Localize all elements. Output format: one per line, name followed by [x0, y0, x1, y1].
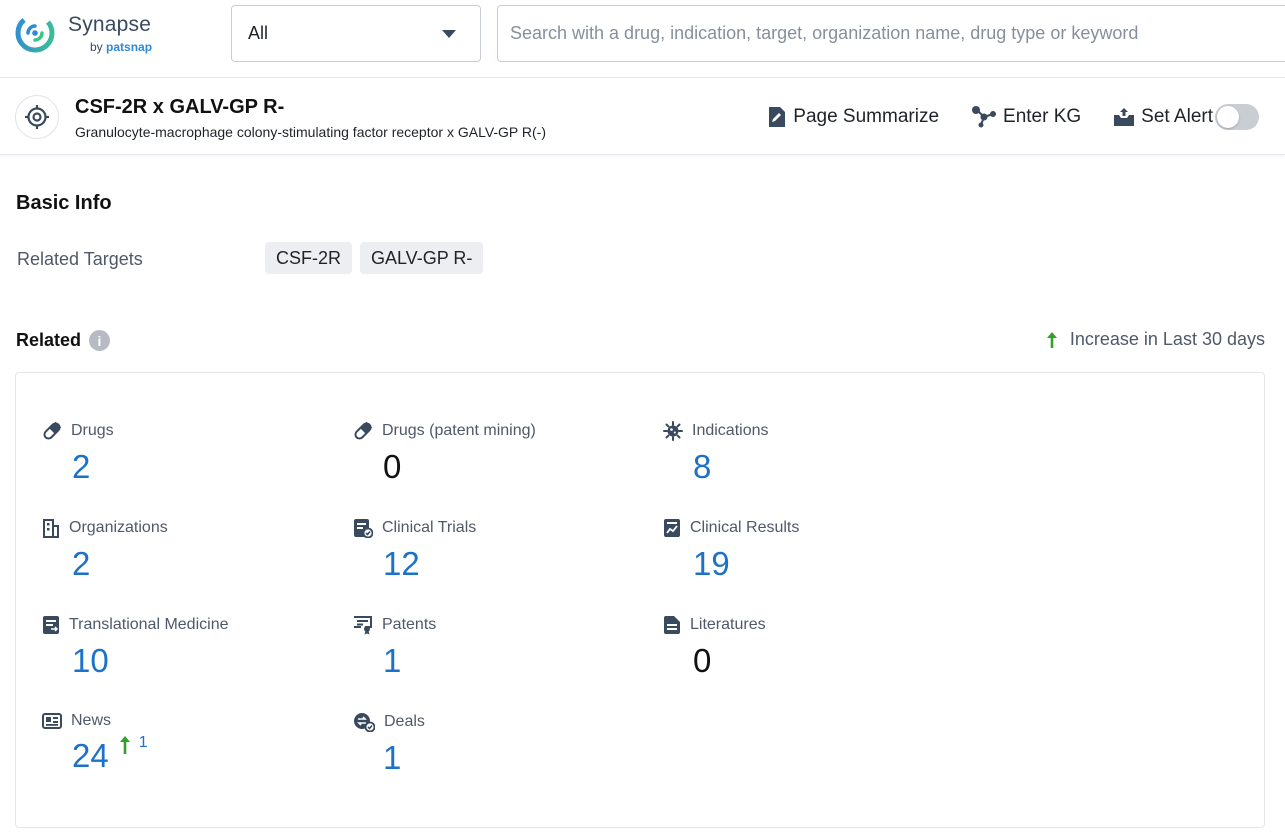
- literature-icon: [663, 615, 681, 635]
- page-subtitle: Granulocyte-macrophage colony-stimulatin…: [75, 124, 546, 140]
- clinical-trial-icon: [353, 518, 373, 538]
- set-alert-control[interactable]: Set Alert: [1113, 104, 1259, 130]
- document-icon: [42, 615, 60, 635]
- page-summarize-label: Page Summarize: [793, 106, 939, 128]
- certificate-icon: [353, 615, 373, 635]
- caret-down-icon: [442, 30, 456, 38]
- stat-value[interactable]: 8: [693, 450, 769, 483]
- stat-indications[interactable]: Indications 8: [663, 421, 769, 483]
- logo-name: Synapse: [68, 14, 152, 35]
- search-box[interactable]: [497, 5, 1285, 62]
- stat-label: Deals: [384, 713, 425, 731]
- alert-tray-icon: [1113, 107, 1135, 127]
- related-stats-card: Drugs 2 Drugs (patent mining) 0 Indicati…: [15, 372, 1265, 828]
- increase-legend: Increase in Last 30 days: [1046, 329, 1265, 350]
- stat-translational-medicine[interactable]: Translational Medicine 10: [42, 615, 228, 677]
- basic-info-heading: Basic Info: [16, 192, 112, 215]
- news-increase: 1: [119, 735, 148, 755]
- target-tag-galv-gp-r[interactable]: GALV-GP R-: [360, 242, 483, 274]
- stat-value: 0: [693, 644, 766, 677]
- search-scope-select[interactable]: All: [231, 5, 481, 62]
- stat-label: Translational Medicine: [69, 616, 228, 634]
- set-alert-label: Set Alert: [1141, 106, 1213, 128]
- stat-drugs-patent-mining[interactable]: Drugs (patent mining) 0: [353, 421, 536, 483]
- stat-patents[interactable]: Patents 1: [353, 615, 436, 677]
- stat-news[interactable]: News 24 1: [42, 712, 148, 772]
- stat-label: Organizations: [69, 519, 168, 537]
- set-alert-toggle[interactable]: [1215, 104, 1259, 130]
- stat-label: Drugs: [71, 422, 114, 440]
- stat-organizations[interactable]: Organizations 2: [42, 518, 168, 580]
- enter-kg-label: Enter KG: [1003, 106, 1081, 128]
- logo-byline: by patsnap: [90, 41, 152, 53]
- stat-clinical-trials[interactable]: Clinical Trials 12: [353, 518, 476, 580]
- summarize-icon: [767, 106, 787, 128]
- stat-value[interactable]: 19: [693, 547, 799, 580]
- stat-value[interactable]: 24: [72, 739, 109, 772]
- stat-label: News: [71, 712, 111, 730]
- synapse-logo-icon: [14, 12, 56, 54]
- increase-legend-label: Increase in Last 30 days: [1070, 329, 1265, 350]
- info-icon[interactable]: i: [89, 330, 110, 351]
- enter-kg-button[interactable]: Enter KG: [971, 105, 1081, 129]
- logo-brand: patsnap: [106, 40, 152, 54]
- virus-icon: [663, 421, 683, 441]
- stat-deals[interactable]: Deals 1: [353, 712, 425, 774]
- arrow-up-icon: [1046, 331, 1058, 349]
- stat-value[interactable]: 10: [72, 644, 228, 677]
- stat-value[interactable]: 12: [383, 547, 476, 580]
- stat-label: Clinical Results: [690, 519, 799, 537]
- stat-value: 0: [383, 450, 536, 483]
- title-actions: Page Summarize Enter KG Set Alert: [735, 104, 1259, 130]
- pill-icon: [353, 421, 373, 441]
- stat-drugs[interactable]: Drugs 2: [42, 421, 114, 483]
- stat-value[interactable]: 1: [383, 644, 436, 677]
- arrow-up-icon: [119, 735, 131, 755]
- building-icon: [42, 518, 60, 538]
- stat-label: Drugs (patent mining): [382, 422, 536, 440]
- page-title: CSF-2R x GALV-GP R-: [75, 96, 284, 119]
- synapse-logo[interactable]: Synapse by patsnap: [14, 12, 152, 54]
- stat-value[interactable]: 1: [383, 741, 425, 774]
- stat-value[interactable]: 2: [72, 547, 168, 580]
- stat-literatures[interactable]: Literatures 0: [663, 615, 766, 677]
- stat-label: Clinical Trials: [382, 519, 476, 537]
- newspaper-icon: [42, 712, 62, 730]
- toggle-knob: [1217, 106, 1239, 128]
- news-increase-count[interactable]: 1: [139, 735, 148, 751]
- stat-value-row: 24 1: [72, 739, 148, 772]
- knowledge-graph-icon: [971, 105, 997, 129]
- deal-icon: [353, 712, 375, 732]
- stat-label: Literatures: [690, 616, 766, 634]
- search-input[interactable]: [510, 23, 1284, 44]
- top-bar: Synapse by patsnap All: [0, 0, 1285, 78]
- entity-title-bar: CSF-2R x GALV-GP R- Granulocyte-macropha…: [0, 79, 1285, 155]
- target-icon: [15, 95, 59, 139]
- stat-clinical-results[interactable]: Clinical Results 19: [663, 518, 799, 580]
- stat-label: Indications: [692, 422, 769, 440]
- logo-by-text: by: [90, 40, 106, 54]
- stat-value[interactable]: 2: [72, 450, 114, 483]
- target-tag-csf-2r[interactable]: CSF-2R: [265, 242, 352, 274]
- related-targets-label: Related Targets: [17, 249, 143, 270]
- stat-label: Patents: [382, 616, 436, 634]
- search-scope-value: All: [248, 23, 268, 44]
- related-heading: Related: [16, 330, 81, 351]
- chart-document-icon: [663, 518, 681, 538]
- page-summarize-button[interactable]: Page Summarize: [767, 106, 939, 128]
- pill-icon: [42, 421, 62, 441]
